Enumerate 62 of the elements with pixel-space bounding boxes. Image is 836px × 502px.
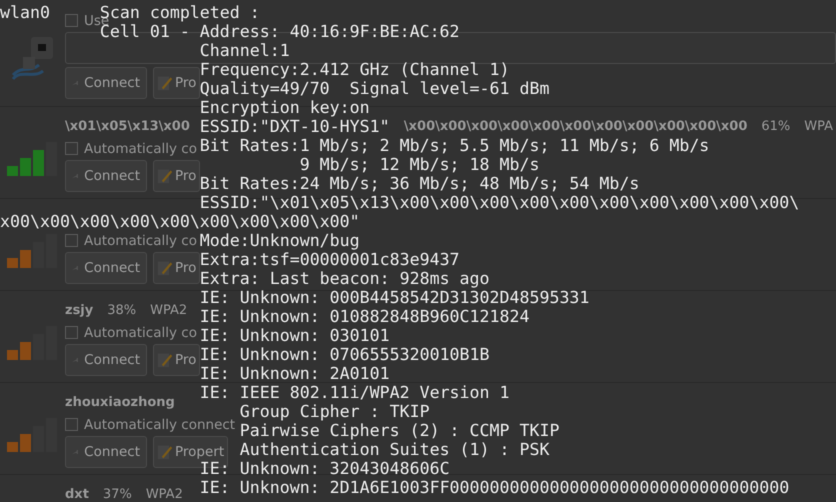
terminal-line: Extra:tsf=00000001c83e9437 (200, 250, 460, 269)
checkbox-label: Automatically co (84, 324, 197, 340)
security-type: WPA2 (150, 303, 188, 318)
checkbox[interactable] (65, 234, 78, 247)
pencil-note-icon (157, 352, 173, 368)
terminal-line: IE: Unknown: 0706555320010B1B (200, 345, 490, 364)
terminal-line: IE: Unknown: 000B4458542D31302D48595331 (200, 288, 590, 307)
security-type: WPA (804, 119, 834, 134)
terminal-line: x00\x00\x00\x00\x00\x00\x00\x00\x00" (0, 212, 360, 231)
terminal-line: ESSID:"DXT-10-HYS1" (200, 117, 390, 136)
terminal-line: Pairwise Ciphers (2) : CCMP TKIP (240, 421, 560, 440)
terminal-line: Group Cipher : TKIP (240, 402, 430, 421)
checkbox-label: Automatically co (84, 140, 197, 156)
properties-button[interactable]: Pro (153, 252, 200, 284)
signal-bars-icon (6, 234, 58, 268)
connect-button[interactable]: Connect (65, 252, 147, 284)
checkbox-label: Automatically connect (84, 416, 236, 432)
terminal-line: ESSID:"\x01\x05\x13\x00\x00\x00\x00\x00\x00\x00\x00\x00\x00\ (200, 193, 800, 212)
signal-strength: 38% (107, 303, 136, 318)
signal-bars-icon (6, 326, 58, 360)
terminal-line: IE: IEEE 802.11i/WPA2 Version 1 (200, 383, 510, 402)
terminal-line: Mode:Unknown/bug (200, 231, 360, 250)
pencil-note-icon (157, 75, 173, 91)
network-name: zhouxiaozhong (65, 395, 175, 410)
checkbox[interactable] (65, 326, 78, 339)
connect-button[interactable]: Connect (65, 436, 147, 468)
signal-bars-icon (6, 418, 58, 452)
interface-name: wlan0 (0, 3, 50, 22)
terminal-line: Bit Rates:1 Mb/s; 2 Mb/s; 5.5 Mb/s; 11 Mb/s; 6 Mb/s (200, 136, 710, 155)
checkbox[interactable] (65, 142, 78, 155)
signal-strength: 37% (102, 487, 132, 502)
properties-button[interactable]: Pro (153, 344, 200, 376)
signal-bars-icon (6, 142, 58, 176)
network-name: \x01\x05\x13\x00 (65, 119, 190, 134)
connect-button[interactable]: Connect (65, 160, 147, 192)
network-name: dxt (65, 487, 89, 502)
terminal-line: Frequency:2.412 GHz (Channel 1) (200, 60, 510, 79)
terminal-line: Quality=49/70 Signal level=-61 dBm (200, 79, 550, 98)
terminal-line: Authentication Suites (1) : PSK (240, 440, 550, 459)
terminal-line: Bit Rates:24 Mb/s; 36 Mb/s; 48 Mb/s; 54 Mb/s (200, 174, 640, 193)
pencil-note-icon (157, 260, 173, 276)
pencil-note-icon (157, 168, 173, 184)
signal-strength: 61% (761, 119, 790, 134)
security-type: WPA2 (146, 487, 183, 502)
pencil-note-icon (157, 444, 173, 460)
terminal-line: 9 Mb/s; 12 Mb/s; 18 Mb/s (300, 155, 540, 174)
network-name: zsjy (65, 303, 94, 318)
terminal-line: Channel:1 (200, 41, 290, 60)
terminal-line: IE: Unknown: 2A0101 (200, 364, 390, 383)
properties-button[interactable]: Pro (153, 160, 200, 192)
network-name: \x00\x00\x00\x00\x00\x00\x00\x00\x00\x00\x00 (404, 119, 748, 134)
checkbox[interactable] (65, 14, 78, 27)
connect-button[interactable]: Connect (65, 344, 147, 376)
terminal-line: IE: Unknown: 030101 (200, 326, 390, 345)
connect-button[interactable]: Connect (65, 67, 147, 99)
checkbox-label: Automatically co (84, 232, 197, 248)
checkbox[interactable] (65, 418, 78, 431)
terminal-line: IE: Unknown: 2D1A6E1003FF0000000000000000000000000000000000 (200, 478, 790, 497)
terminal-line: Encryption key:on (200, 98, 370, 117)
terminal-line: Extra: Last beacon: 928ms ago (200, 269, 490, 288)
terminal-line: IE: Unknown: 010882848B960C121824 (200, 307, 530, 326)
properties-button[interactable]: Pro (153, 67, 200, 99)
